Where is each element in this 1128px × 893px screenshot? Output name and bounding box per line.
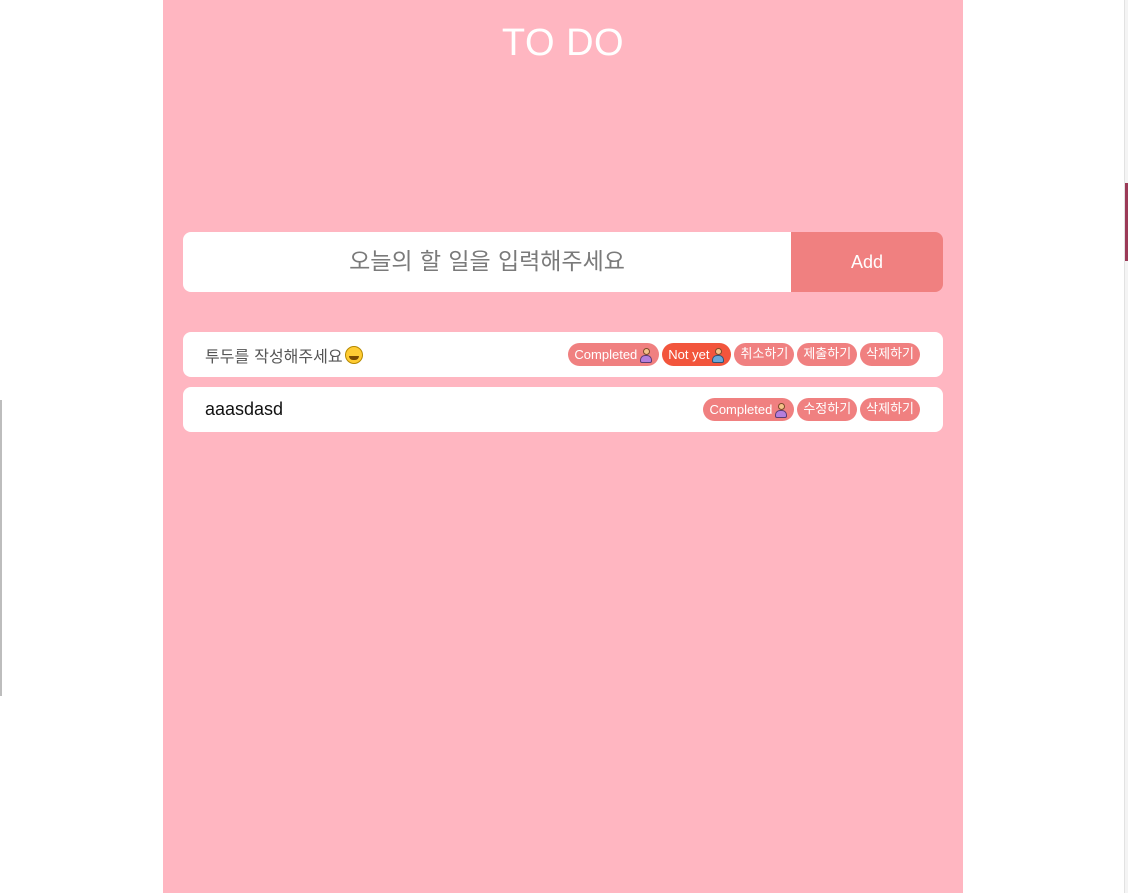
todo-item-content: 투두를 작성해주세요 (205, 343, 363, 367)
todo-input[interactable] (183, 232, 791, 292)
person-icon (711, 347, 725, 363)
todo-item-actions: Completed 수정하기 삭제하기 (703, 398, 920, 421)
todo-list: 투두를 작성해주세요 Completed Not yet 취소하기 제출하기 삭… (183, 332, 943, 442)
person-icon (774, 402, 788, 418)
person-icon (639, 347, 653, 363)
page: TO DO Add 투두를 작성해주세요 Completed Not yet (0, 0, 1128, 893)
submit-button[interactable]: 제출하기 (797, 343, 858, 366)
left-window-edge (0, 400, 2, 696)
todo-app: TO DO Add 투두를 작성해주세요 Completed Not yet (163, 0, 963, 893)
todo-item-text: aaasdasd (205, 399, 284, 419)
completed-label: Completed (574, 347, 638, 362)
not-yet-label: Not yet (668, 347, 710, 362)
todo-item-actions: Completed Not yet 취소하기 제출하기 삭제하기 (568, 343, 920, 366)
delete-button[interactable]: 삭제하기 (860, 398, 920, 421)
cancel-button[interactable]: 취소하기 (734, 343, 795, 366)
not-yet-button[interactable]: Not yet (662, 343, 732, 366)
completed-label: Completed (709, 402, 773, 417)
completed-button[interactable]: Completed (703, 398, 795, 421)
edit-button[interactable]: 수정하기 (797, 398, 858, 421)
todo-item: 투두를 작성해주세요 Completed Not yet 취소하기 제출하기 삭… (183, 332, 943, 377)
grinning-sweat-face-icon (344, 345, 363, 364)
completed-button[interactable]: Completed (568, 343, 660, 366)
page-title: TO DO (501, 22, 625, 64)
todo-item-text: 투두를 작성해주세요 (205, 346, 343, 366)
todo-item-content: aaasdasd (205, 399, 283, 420)
right-scrollbar[interactable] (1124, 0, 1128, 893)
todo-item: aaasdasd Completed 수정하기 삭제하기 (183, 387, 943, 432)
delete-button[interactable]: 삭제하기 (860, 343, 920, 366)
add-button[interactable]: Add (791, 232, 943, 292)
todo-form: Add (183, 232, 943, 292)
